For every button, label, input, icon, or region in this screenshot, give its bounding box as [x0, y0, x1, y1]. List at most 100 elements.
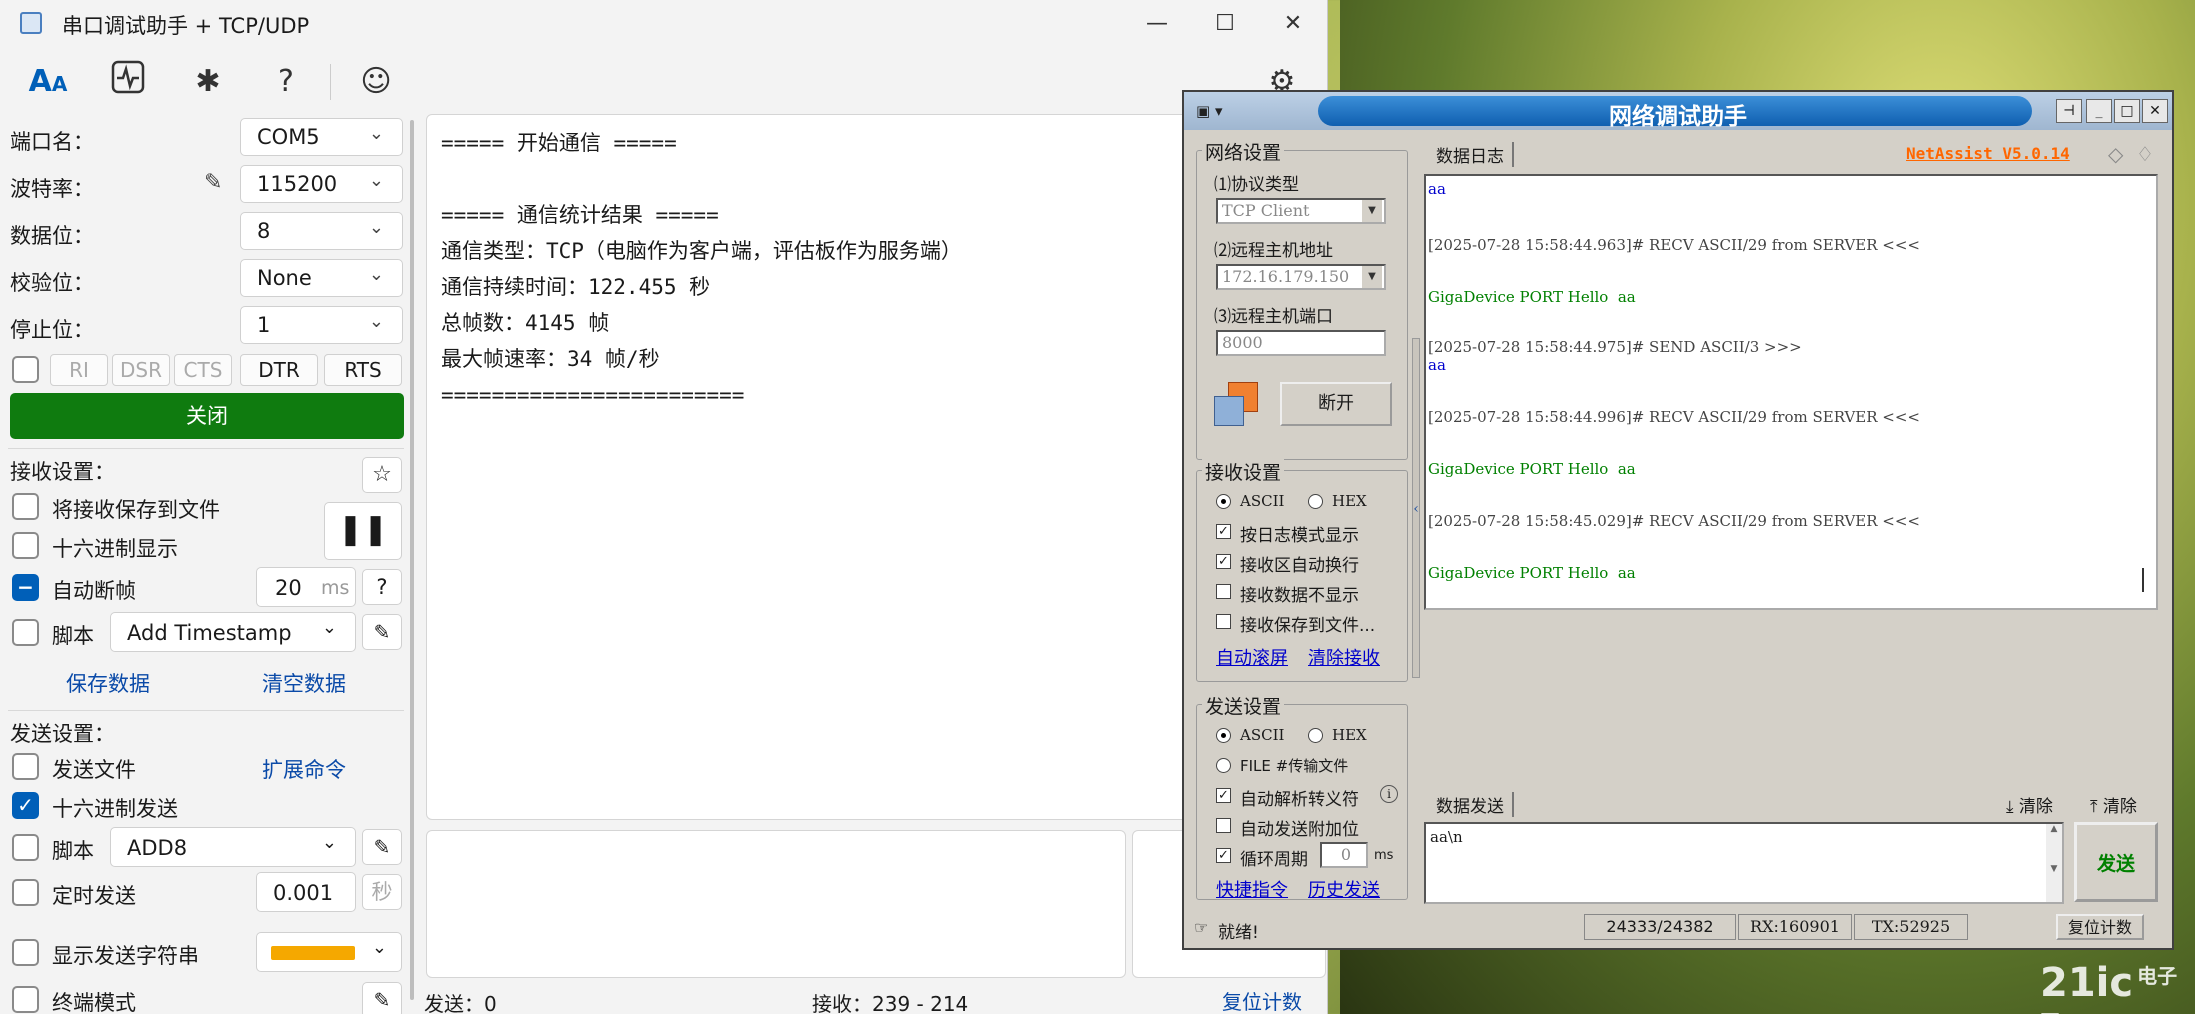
- status-count: 24333/24382: [1584, 914, 1736, 940]
- send-tab[interactable]: 数据发送: [1428, 792, 1514, 817]
- script-select[interactable]: Add Timestamp ⌄: [110, 612, 356, 652]
- favorite-star-button[interactable]: ☆: [362, 457, 402, 493]
- ext-cmd-link[interactable]: 扩展命令: [262, 754, 346, 784]
- send-file-label: 发送文件: [52, 758, 136, 782]
- hex-display-checkbox[interactable]: [12, 532, 39, 559]
- append-bit-checkbox[interactable]: [1216, 818, 1231, 833]
- left-panel-scrollbar[interactable]: [410, 120, 414, 1000]
- auto-frame-input[interactable]: 20 ms: [256, 567, 356, 607]
- pause-button[interactable]: ❚❚: [324, 502, 402, 560]
- send-scrollbar[interactable]: ▲ ▼: [2046, 824, 2062, 902]
- cycle-input[interactable]: 0: [1320, 842, 1368, 868]
- parity-label: 校验位：: [10, 271, 94, 295]
- net-minimize-button[interactable]: _: [2086, 99, 2112, 123]
- escape-checkbox[interactable]: ✓: [1216, 788, 1231, 803]
- plugin-icon[interactable]: ✱: [186, 60, 230, 104]
- send-hex-radio[interactable]: [1308, 728, 1323, 743]
- clear-send-2[interactable]: ⤒ 清除: [2090, 792, 2137, 817]
- recv-ascii-radio[interactable]: [1216, 494, 1231, 509]
- terminal-mode-checkbox[interactable]: [12, 986, 39, 1013]
- send-ascii-radio[interactable]: [1216, 728, 1231, 743]
- connection-status-icon: [1214, 382, 1260, 428]
- edit-send-script-button[interactable]: ✎: [362, 829, 402, 865]
- save-to-file-checkbox[interactable]: [12, 493, 39, 520]
- show-send-string-checkbox[interactable]: [12, 939, 39, 966]
- help-icon[interactable]: ?: [264, 60, 308, 104]
- baud-select[interactable]: 115200 ⌄: [240, 165, 403, 203]
- no-display-checkbox[interactable]: [1216, 584, 1231, 599]
- recv-hex-radio[interactable]: [1308, 494, 1323, 509]
- data-bits-select[interactable]: 8 ⌄: [240, 212, 403, 250]
- version-link[interactable]: NetAssist V5.0.14: [1906, 144, 2070, 163]
- send-text-area[interactable]: [426, 830, 1126, 978]
- send-script-checkbox[interactable]: [12, 834, 39, 861]
- parity-select[interactable]: None ⌄: [240, 259, 403, 297]
- data-bits-label: 数据位：: [10, 224, 94, 248]
- gem-icon[interactable]: ◇: [2108, 142, 2123, 166]
- auto-scroll-link[interactable]: 自动滚屏: [1216, 644, 1288, 670]
- net-maximize-button[interactable]: □: [2114, 99, 2140, 123]
- send-script-select[interactable]: ADD8 ⌄: [110, 827, 356, 867]
- stop-bits-value: 1: [257, 313, 271, 337]
- status-tx: TX:52925: [1854, 914, 1968, 940]
- clear-send-1[interactable]: ⤓ 清除: [2006, 792, 2053, 817]
- smiley-icon[interactable]: ☺: [354, 60, 398, 104]
- dtr-button[interactable]: DTR: [240, 354, 318, 386]
- shortcut-link[interactable]: 快捷指令: [1216, 876, 1288, 902]
- timed-value-input[interactable]: 0.001: [256, 872, 356, 912]
- auto-frame-checkbox[interactable]: −: [12, 574, 39, 601]
- close-port-button[interactable]: 关闭: [10, 393, 404, 439]
- auto-frame-unit: ms: [321, 577, 350, 599]
- script-checkbox[interactable]: [12, 619, 39, 646]
- minimize-button[interactable]: —: [1132, 6, 1182, 42]
- send-button[interactable]: 发送: [2074, 822, 2158, 902]
- reset-count-button[interactable]: 复位计数: [2056, 914, 2144, 940]
- color-picker[interactable]: ⌄: [256, 932, 402, 972]
- signals-checkbox[interactable]: [12, 356, 39, 383]
- remote-port-input[interactable]: 8000: [1216, 330, 1386, 356]
- net-close-button[interactable]: ✕: [2142, 99, 2168, 123]
- timed-send-checkbox[interactable]: [12, 879, 39, 906]
- receive-settings-label: 接收设置: [1202, 458, 1285, 485]
- reset-count-link[interactable]: 复位计数: [1222, 986, 1302, 1014]
- recv-save-file-label: 接收保存到文件...: [1240, 616, 1376, 636]
- auto-wrap-checkbox[interactable]: ✓: [1216, 554, 1231, 569]
- data-log-area[interactable]: aa [2025-07-28 15:58:44.963]# RECV ASCII…: [1424, 174, 2158, 610]
- protocol-select[interactable]: TCP Client ▼: [1216, 198, 1386, 224]
- bell-icon[interactable]: ♢: [2136, 142, 2154, 166]
- panel-collapse-handle[interactable]: ‹: [1412, 338, 1420, 678]
- edit-script-button[interactable]: ✎: [362, 614, 402, 650]
- rts-button[interactable]: RTS: [324, 354, 402, 386]
- pen-icon[interactable]: ✎: [204, 170, 222, 195]
- disconnect-button[interactable]: 断开: [1280, 382, 1392, 426]
- recv-save-file-checkbox[interactable]: [1216, 614, 1231, 629]
- maximize-button[interactable]: ☐: [1200, 6, 1250, 42]
- host-select[interactable]: 172.16.179.150 ▼: [1216, 264, 1386, 290]
- close-window-button[interactable]: ✕: [1268, 6, 1318, 42]
- chevron-down-icon: ⌄: [321, 832, 337, 853]
- waveform-icon[interactable]: [106, 60, 150, 104]
- watermark-text: 21ic: [2040, 960, 2134, 1006]
- pin-icon[interactable]: ⊣: [2056, 99, 2082, 123]
- remote-port-label: ⑶远程主机端口: [1214, 307, 1333, 327]
- help-button[interactable]: ?: [362, 569, 402, 605]
- file-mode-label: FILE #传输文件: [1240, 757, 1349, 775]
- info-icon[interactable]: i: [1380, 785, 1398, 803]
- hex-send-checkbox[interactable]: ✓: [12, 792, 39, 819]
- app-icon: [20, 12, 42, 34]
- file-mode-radio[interactable]: [1216, 758, 1231, 773]
- clear-data-link[interactable]: 清空数据: [262, 668, 346, 698]
- send-input-area[interactable]: aa\n ▲ ▼: [1424, 822, 2064, 904]
- cycle-checkbox[interactable]: ✓: [1216, 848, 1231, 863]
- clear-recv-link[interactable]: 清除接收: [1308, 644, 1380, 670]
- log-tab[interactable]: 数据日志: [1428, 142, 1514, 167]
- log-mode-checkbox[interactable]: ✓: [1216, 524, 1231, 539]
- serial-assistant-window: 串口调试助手 + TCP/UDP — ☐ ✕ AA ✱ ? ☺ ⚙ 端口名： C…: [0, 0, 1328, 1014]
- port-select[interactable]: COM5 ⌄: [240, 118, 403, 156]
- text-format-icon[interactable]: AA: [26, 60, 70, 104]
- stop-bits-select[interactable]: 1 ⌄: [240, 306, 403, 344]
- history-link[interactable]: 历史发送: [1308, 876, 1380, 902]
- edit-terminal-button[interactable]: ✎: [362, 982, 402, 1014]
- send-file-checkbox[interactable]: [12, 753, 39, 780]
- save-data-link[interactable]: 保存数据: [66, 668, 150, 698]
